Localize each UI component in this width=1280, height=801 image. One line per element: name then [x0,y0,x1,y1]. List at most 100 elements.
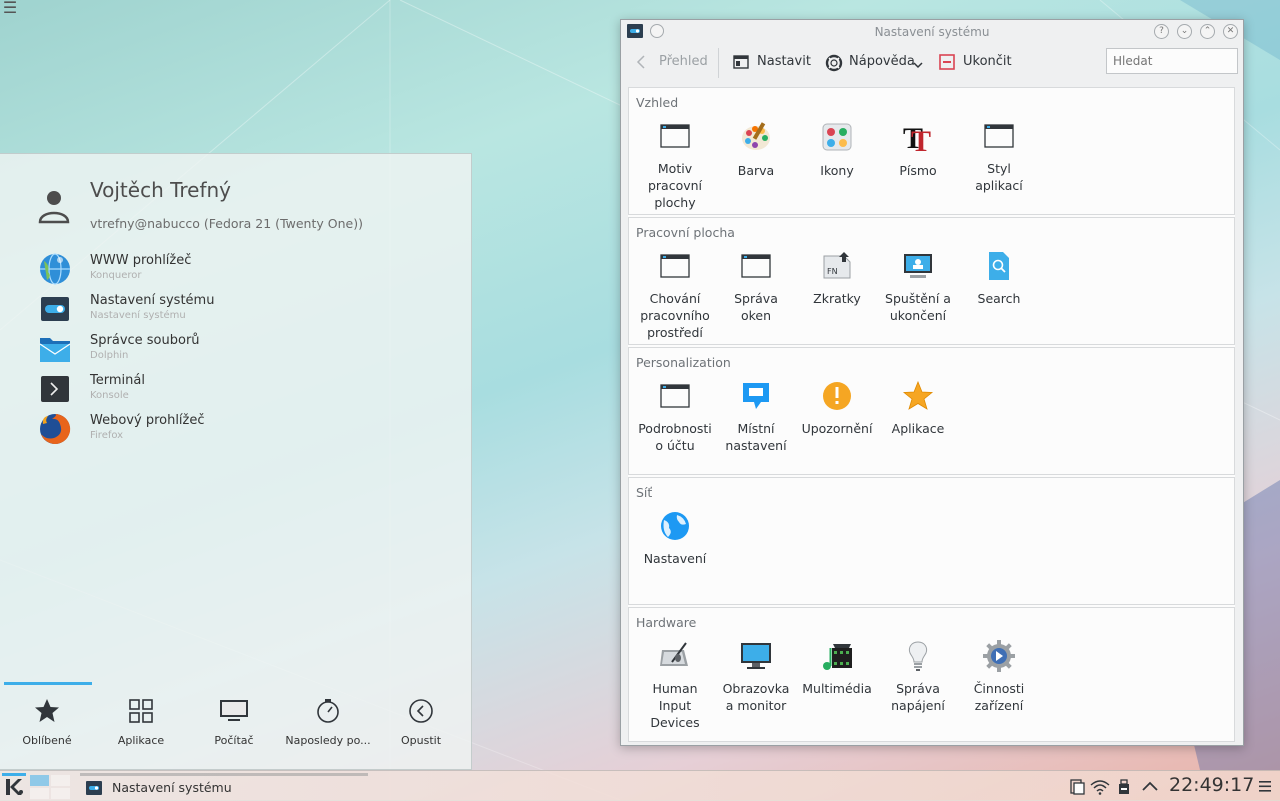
desktop-toolbox-hamburger-icon[interactable]: ☰ [0,0,20,18]
star-icon [902,380,934,410]
quit-button[interactable]: Ukončit [939,53,1019,73]
search-document-icon [989,252,1009,280]
terminal-icon [41,376,69,402]
favorite-subtitle: Konsole [90,390,129,401]
svg-text:FN: FN [827,267,838,276]
configure-label: Nastavit [757,54,811,69]
module-locale[interactable]: Místní nastavení [716,380,796,454]
category-title: Síť [636,485,653,500]
quit-icon [939,54,955,70]
globe-icon [661,512,689,540]
favorite-terminal[interactable]: Terminál Konsole [38,370,458,410]
wifi-icon[interactable] [1090,779,1110,795]
category-appearance: Vzhled Motiv pracovní plochy Barva Ikony… [628,87,1235,215]
tab-favorites[interactable]: Oblíbené [0,698,94,747]
category-title: Pracovní plocha [636,225,735,240]
module-power-management[interactable]: Správa napájení [878,640,958,714]
module-account-details[interactable]: Podrobnosti o účtu [635,380,715,454]
favorite-system-settings[interactable]: Nastavení systému Nastavení systému [38,290,458,330]
active-tab-indicator [4,682,92,685]
module-notifications[interactable]: Upozornění [797,380,877,437]
favorite-www-browser[interactable]: WWW prohlížeč Konqueror [38,250,458,290]
kde-menu-icon[interactable] [2,773,26,799]
tab-label: Naposledy po... [285,734,371,747]
favorite-subtitle: Firefox [90,430,124,441]
launcher-tabs: Oblíbené Aplikace Počítač Naposledy po..… [0,682,472,770]
module-search[interactable]: Search [959,250,1039,307]
module-device-actions[interactable]: Činnosti zařízení [959,640,1039,714]
module-label: Motiv pracovní plochy [647,161,703,210]
toolbar-separator [718,48,719,78]
tab-leave[interactable]: Opustit [374,698,468,747]
quit-label: Ukončit [963,54,1012,69]
minimize-button[interactable]: ⌄ [1177,24,1192,39]
settings-toggle-icon [41,297,69,321]
tab-label: Opustit [400,734,442,747]
palette-icon [742,122,770,150]
user-avatar-icon [38,191,70,224]
favorite-web-browser[interactable]: Webový prohlížeč Firefox [38,410,458,450]
module-label: Aplikace [891,421,945,436]
task-indicator [80,773,368,776]
warning-circle-icon [823,382,851,410]
tab-computer[interactable]: Počítač [187,698,281,747]
settings-content: Vzhled Motiv pracovní plochy Barva Ikony… [628,87,1235,742]
module-label: Správa napájení [891,681,945,713]
chevron-left-icon [636,55,645,69]
favorites-list: WWW prohlížeč Konqueror Nastavení systém… [38,250,458,450]
module-label: Obrazovka a monitor [722,681,790,713]
category-personalization: Personalization Podrobnosti o účtu Místní… [628,347,1235,475]
module-multimedia[interactable]: Multimédia [797,640,877,697]
system-settings-window: Nastavení systému ? ⌄ ⌃ ✕ Přehled Nastav… [620,19,1244,746]
module-network-settings[interactable]: Nastavení [635,510,715,567]
chevron-up-icon[interactable] [1141,779,1159,795]
clipboard-icon[interactable] [1069,779,1085,795]
module-workspace-theme[interactable]: Motiv pracovní plochy [635,120,715,211]
window-icon [660,124,690,148]
lightbulb-icon [908,641,928,671]
module-display[interactable]: Obrazovka a monitor [716,640,796,714]
help-button[interactable]: ? [1154,24,1169,39]
tab-recent[interactable]: Naposledy po... [281,698,375,747]
module-label: Zkratky [813,291,861,306]
module-label: Upozornění [801,421,873,436]
favorite-file-manager[interactable]: Správce souborů Dolphin [38,330,458,370]
close-button[interactable]: ✕ [1223,24,1238,39]
module-label: Nastavení [643,551,707,566]
grid-icon [129,699,153,723]
configure-button[interactable]: Nastavit [733,53,813,73]
help-menu-button[interactable]: Nápověda [825,53,925,73]
module-applications[interactable]: Aplikace [878,380,958,437]
module-shortcuts[interactable]: FN Zkratky [797,250,877,307]
tab-label: Oblíbené [22,734,72,747]
module-label: Písmo [899,163,937,178]
module-label: Správa oken [734,291,778,323]
module-app-style[interactable]: Styl aplikací [959,120,1039,194]
module-workspace-behavior[interactable]: Chování pracovního prostředí [635,250,715,341]
panel-menu-icon[interactable] [1258,778,1272,794]
module-colors[interactable]: Barva [716,120,796,179]
module-label: Činnosti zařízení [973,681,1025,713]
chevron-down-icon [913,62,923,69]
tab-label: Aplikace [117,734,165,747]
search-input[interactable] [1106,48,1238,74]
overview-back-button[interactable]: Přehled [635,53,715,73]
font-icon: T T [903,122,931,154]
module-startup-shutdown[interactable]: Spuštění a ukončení [878,250,958,324]
module-window-management[interactable]: Správa oken [716,250,796,324]
monitor-icon [741,643,771,669]
module-icons[interactable]: Ikony [797,120,877,179]
tab-applications[interactable]: Aplikace [94,698,188,747]
module-fonts[interactable]: T T Písmo [878,120,958,179]
module-input-devices[interactable]: Human Input Devices [635,640,715,731]
category-network: Síť Nastavení [628,477,1235,605]
lifebuoy-icon [825,54,843,72]
window-icon [741,254,771,278]
window-titlebar[interactable]: Nastavení systému ? ⌄ ⌃ ✕ [621,20,1243,44]
desktop-pager[interactable] [30,773,70,799]
maximize-button[interactable]: ⌃ [1200,24,1215,39]
task-system-settings[interactable]: Nastavení systému [80,773,368,799]
removable-device-icon[interactable] [1117,779,1131,795]
application-launcher: Vojtěch Trefný vtrefny@nabucco (Fedora 2… [0,153,472,770]
digital-clock[interactable]: 22:49:17 [1169,774,1254,796]
